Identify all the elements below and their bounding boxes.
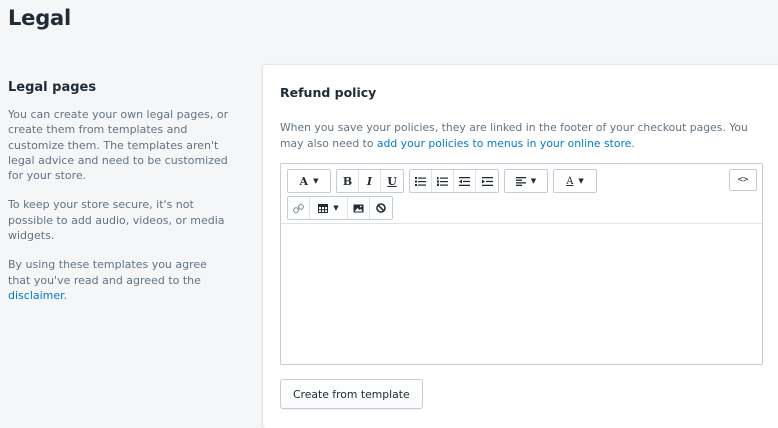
indent-icon [481, 176, 493, 186]
toolbar-row-1: A ▼ B I U ▼ A ▼ [287, 169, 602, 193]
align-group: ▼ [504, 169, 548, 193]
card-description-period: . [631, 137, 635, 150]
disclaimer-link[interactable]: disclaimer [8, 289, 64, 302]
page-title: Legal [8, 6, 72, 30]
disclaimer-period: . [63, 288, 68, 302]
html-code-icon: <> [737, 175, 749, 185]
section-heading: Legal pages [8, 80, 97, 95]
disclaimer-paragraph: By using these templates you agree that … [8, 257, 230, 303]
security-paragraph: To keep your store secure, it's not poss… [8, 198, 225, 243]
card-title: Refund policy [280, 85, 377, 100]
numbered-list-button[interactable] [432, 170, 454, 192]
create-from-template-button[interactable]: Create from template [280, 379, 423, 409]
toolbar-row-2: ▼ [287, 196, 398, 220]
refund-policy-card: Refund policy When you save your policie… [263, 65, 778, 428]
italic-button[interactable]: I [359, 170, 381, 192]
table-dropdown[interactable]: ▼ [310, 197, 348, 219]
align-icon [515, 176, 526, 186]
disclaimer-text: By using these templates you agree that … [8, 258, 207, 287]
format-group: B I U [336, 169, 404, 193]
insert-group: ▼ [287, 196, 393, 220]
editor-toolbar: A ▼ B I U ▼ A ▼ <> ▼ [281, 164, 762, 224]
add-policies-link[interactable]: add your policies to menus in your onlin… [377, 137, 631, 150]
chevron-down-icon: ▼ [333, 204, 339, 212]
text-color-icon: A [566, 175, 574, 187]
align-dropdown[interactable]: ▼ [505, 170, 547, 192]
bold-icon: B [342, 174, 353, 188]
list-group [409, 169, 499, 193]
color-group: A ▼ [553, 169, 597, 193]
link-icon [293, 203, 304, 213]
chevron-down-icon: ▼ [313, 177, 319, 185]
html-code-button[interactable]: <> [729, 169, 757, 191]
chevron-down-icon: ▼ [530, 177, 537, 185]
underline-button[interactable]: U [381, 170, 403, 192]
rich-text-editor: A ▼ B I U ▼ A ▼ <> ▼ [280, 163, 763, 365]
indent-button[interactable] [476, 170, 498, 192]
clear-formatting-button[interactable] [370, 197, 392, 219]
underline-icon: U [387, 174, 397, 188]
bulleted-list-button[interactable] [410, 170, 432, 192]
intro-paragraph: You can create your own legal pages, or … [8, 108, 229, 183]
legal-pages-description: Legal pages You can create your own lega… [8, 80, 230, 317]
image-button[interactable] [348, 197, 370, 219]
outdent-icon [459, 176, 470, 186]
numbered-list-icon [437, 176, 448, 186]
outdent-button[interactable] [454, 170, 476, 192]
font-dropdown[interactable]: A ▼ [288, 170, 330, 192]
bulleted-list-icon [415, 176, 426, 186]
text-color-dropdown[interactable]: A ▼ [554, 170, 596, 192]
image-icon [353, 204, 364, 212]
table-icon [318, 203, 329, 213]
card-description: When you save your policies, they are li… [280, 120, 760, 152]
bold-button[interactable]: B [337, 170, 359, 192]
clear-formatting-icon [376, 203, 386, 213]
editor-content-area[interactable] [281, 224, 762, 364]
chevron-down-icon: ▼ [578, 177, 584, 185]
font-icon: A [299, 174, 309, 188]
font-group: A ▼ [287, 169, 331, 193]
italic-icon: I [366, 174, 373, 188]
link-button[interactable] [288, 197, 310, 219]
